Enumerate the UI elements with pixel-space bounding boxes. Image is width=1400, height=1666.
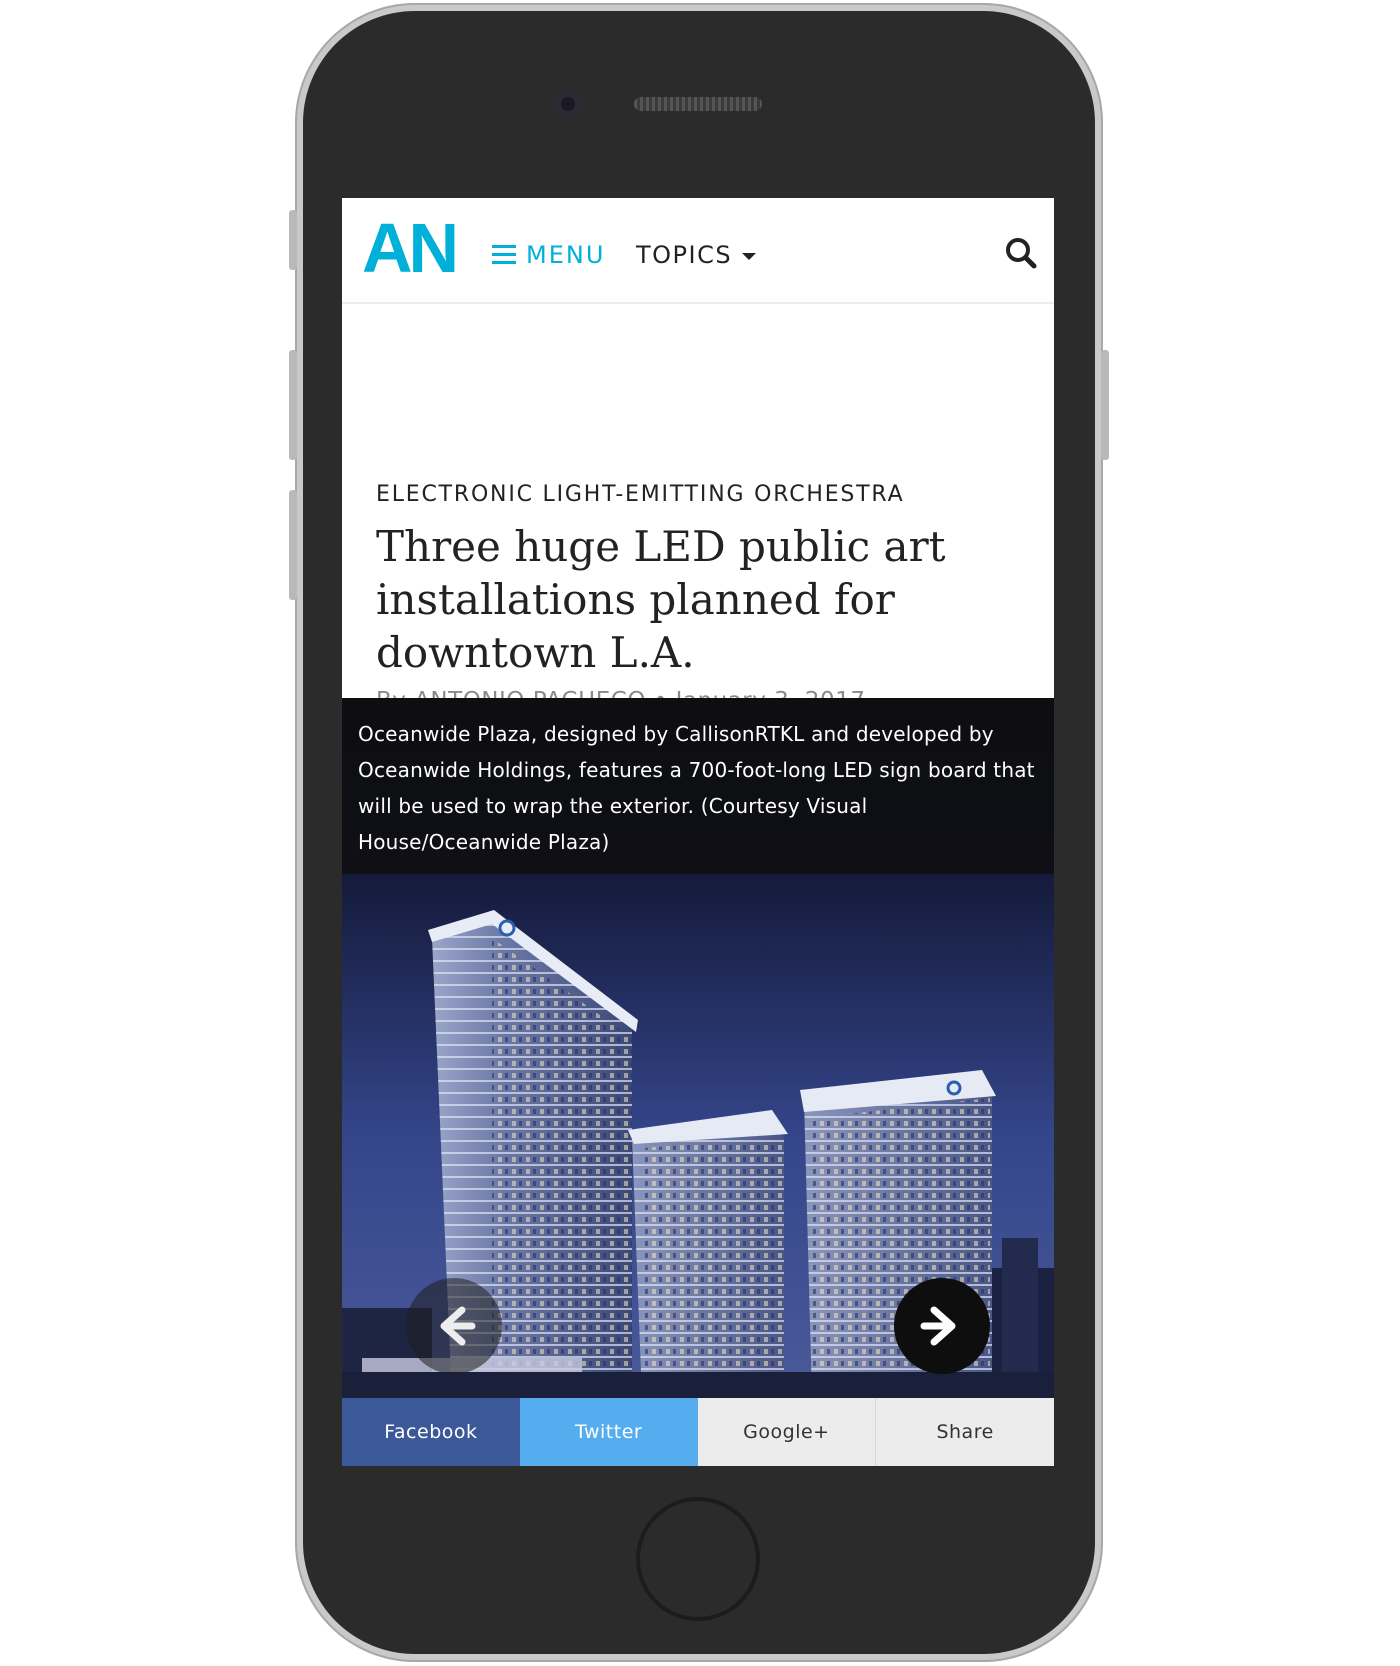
hamburger-icon — [492, 245, 516, 265]
share-bar: Facebook Twitter Google+ Share — [342, 1398, 1054, 1466]
phone-screen: AN MENU TOPICS ELECTRONIC LIGHT-EMITTING… — [342, 198, 1054, 1466]
logo-text: AN — [362, 209, 459, 287]
mute-switch — [289, 210, 297, 270]
share-button[interactable]: Share — [876, 1398, 1054, 1466]
topics-label: TOPICS — [636, 241, 733, 269]
chevron-down-icon — [742, 253, 757, 260]
power-button — [1101, 350, 1109, 460]
image-caption: Oceanwide Plaza, designed by CallisonRTK… — [358, 722, 1035, 854]
gallery-prev-button[interactable] — [406, 1278, 502, 1374]
topics-dropdown[interactable]: TOPICS — [636, 240, 757, 270]
site-header: AN MENU TOPICS — [342, 198, 1054, 304]
volume-up-button — [289, 350, 297, 460]
facebook-share-button[interactable]: Facebook — [342, 1398, 520, 1466]
image-gallery[interactable]: Oceanwide Plaza, designed by CallisonRTK… — [342, 698, 1054, 1398]
menu-button[interactable]: MENU — [492, 240, 605, 270]
article-kicker[interactable]: ELECTRONIC LIGHT-EMITTING ORCHESTRA — [376, 482, 904, 507]
volume-down-button — [289, 490, 297, 600]
arrow-left-icon — [440, 1306, 476, 1346]
site-logo[interactable]: AN — [362, 209, 459, 287]
search-button[interactable] — [1004, 236, 1038, 270]
home-button[interactable] — [636, 1497, 760, 1621]
google-share-button[interactable]: Google+ — [697, 1398, 877, 1466]
article-title: Three huge LED public art installations … — [376, 522, 946, 677]
earpiece-speaker — [634, 97, 762, 111]
twitter-share-button[interactable]: Twitter — [519, 1398, 698, 1466]
arrow-right-icon — [920, 1306, 956, 1346]
front-camera — [557, 93, 579, 115]
caption-overlay: Oceanwide Plaza, designed by CallisonRTK… — [342, 698, 1054, 874]
gallery-next-button[interactable] — [894, 1278, 990, 1374]
menu-label: MENU — [526, 241, 606, 269]
search-icon — [1006, 238, 1037, 269]
